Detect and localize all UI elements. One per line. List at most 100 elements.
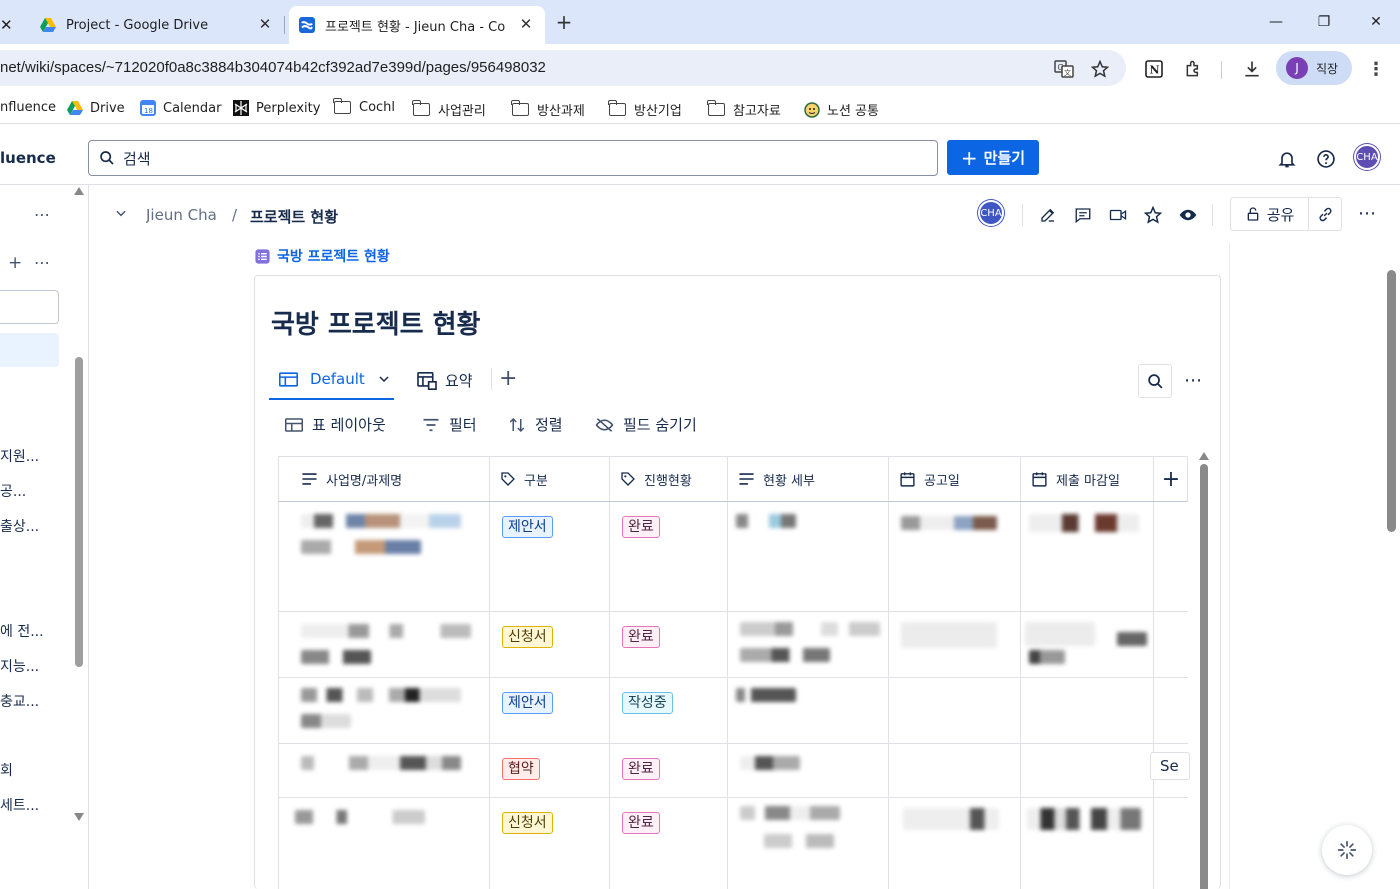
table-row[interactable]: 신청서 완료 [278,612,1188,678]
url-text[interactable]: net/wiki/spaces/~712020f0a8c3884b304074b… [0,59,546,76]
bookmark-folder-references[interactable]: 참고자료 [707,100,781,119]
bookmark-drive[interactable]: Drive [67,100,125,116]
help-icon[interactable] [1314,147,1338,171]
restore-button[interactable]: ❐ [1304,8,1344,36]
tab-google-drive[interactable]: Project - Google Drive ✕ [26,6,284,44]
cell-announce-date[interactable] [889,798,1021,889]
sidebar-item[interactable]: 에 전... [0,621,44,641]
notification-bell-icon[interactable] [1275,147,1299,171]
star-icon[interactable] [1142,204,1164,226]
sidebar-scroll-up-icon[interactable] [74,187,84,195]
table-scroll-up-icon[interactable] [1199,452,1209,460]
cell-details[interactable] [728,678,889,743]
cell-name[interactable] [279,612,490,677]
cell-type[interactable]: 제안서 [490,678,610,743]
bookmark-folder-business[interactable]: 사업관리 [412,100,486,119]
profile-button[interactable]: J 직장 [1276,51,1352,85]
cell-name[interactable] [279,798,490,889]
cell-type[interactable]: 협약 [490,744,610,797]
add-column-icon[interactable]: + [1154,457,1188,501]
column-header-deadline[interactable]: 제출 마감일 [1021,457,1154,501]
close-window-button[interactable]: ✕ [1356,8,1396,36]
cell-status[interactable]: 완료 [610,502,728,611]
sidebar-item-selected[interactable] [0,333,59,367]
table-row[interactable]: 제안서 완료 [278,502,1188,612]
notion-extension-icon[interactable]: N [1142,57,1166,81]
database-link[interactable]: 국방 프로젝트 현황 [254,246,390,266]
add-view-icon[interactable]: + [499,366,517,391]
cell-status[interactable]: 완료 [610,612,728,677]
cell-type[interactable]: 신청서 [490,612,610,677]
column-header-announce-date[interactable]: 공고일 [889,457,1021,501]
cell-details[interactable] [728,502,889,611]
share-button[interactable]: 공유 [1231,198,1308,230]
cell-announce-date[interactable] [889,744,1021,797]
bookmark-perplexity[interactable]: Perplexity [233,100,320,116]
tab-summary-view[interactable]: 요약 [417,370,473,391]
tab-close-button[interactable]: ✕ [517,15,535,33]
cell-name[interactable] [279,744,490,797]
bookmark-folder-defense-companies[interactable]: 방산기업 [608,100,682,119]
sidebar-actions-icon[interactable]: ⋯ [34,253,50,272]
cell-name[interactable] [279,678,490,743]
bookmark-calendar[interactable]: 18 Calendar [140,100,221,116]
table-row[interactable]: 신청서 완료 [278,798,1188,889]
watch-eye-icon[interactable] [1177,204,1199,226]
translate-icon[interactable]: G文 [1052,57,1076,81]
more-actions-icon[interactable]: ⋯ [1358,203,1376,224]
app-name[interactable]: luence [0,149,56,167]
cell-status[interactable]: 작성중 [610,678,728,743]
page-scrollbar[interactable] [1387,270,1396,532]
cell-name[interactable] [279,502,490,611]
collapse-chevron-icon[interactable] [114,206,128,224]
sidebar-add-icon[interactable]: + [8,253,22,273]
sort-button[interactable]: 정렬 [508,414,563,435]
cell-announce-date[interactable] [889,678,1021,743]
cell-status[interactable]: 완료 [610,744,728,797]
sidebar-item[interactable]: 지능... [0,656,39,676]
sidebar-scroll-down-icon[interactable] [74,813,84,821]
copy-link-icon[interactable] [1309,198,1342,230]
column-header-details[interactable]: 현황 세부 [728,457,889,501]
page-collaborator-avatar[interactable]: CHA [978,200,1004,226]
filter-button[interactable]: 필터 [422,414,477,435]
hide-fields-button[interactable]: 필드 숨기기 [595,414,697,435]
column-header-status[interactable]: 진행현황 [610,457,728,501]
browser-menu-icon[interactable]: ⋮ [1364,57,1388,81]
cell-deadline[interactable] [1021,678,1154,743]
sidebar-filter-input[interactable] [0,290,59,324]
cell-type[interactable]: 제안서 [490,502,610,611]
cell-status[interactable]: 완료 [610,798,728,889]
download-icon[interactable] [1240,57,1264,81]
database-search-button[interactable] [1138,364,1172,398]
sidebar-more-icon[interactable]: ⋯ [34,205,50,224]
ai-assistant-button[interactable] [1322,825,1372,875]
bookmark-notion-common[interactable]: 노션 공통 [804,100,879,119]
comment-icon[interactable] [1072,204,1094,226]
cell-deadline[interactable] [1021,612,1154,677]
cell-type[interactable]: 신청서 [490,798,610,889]
breadcrumb-current[interactable]: 프로젝트 현황 [250,206,338,227]
edit-pencil-icon[interactable] [1037,204,1059,226]
sidebar-item[interactable]: 세트... [0,795,39,815]
cell-deadline[interactable] [1021,744,1154,797]
cell-details[interactable] [728,798,889,889]
cell-details[interactable] [728,612,889,677]
bookmark-folder-cochl[interactable]: Cochl [333,98,395,115]
column-header-type[interactable]: 구분 [490,457,610,501]
table-layout-button[interactable]: 표 레이아웃 [285,414,386,435]
address-bar[interactable]: net/wiki/spaces/~712020f0a8c3884b304074b… [0,50,1126,86]
sidebar-scrollbar[interactable] [75,357,83,667]
sidebar-item[interactable]: 지원... [0,446,39,466]
cell-details[interactable] [728,744,889,797]
extensions-puzzle-icon[interactable] [1182,57,1206,81]
search-input[interactable]: 검색 [88,140,938,176]
sidebar-item[interactable]: 출상... [0,516,39,536]
bookmark-folder-defense-projects[interactable]: 방산과제 [511,100,585,119]
breadcrumb-parent[interactable]: Jieun Cha [146,206,218,224]
table-scrollbar[interactable] [1200,464,1208,889]
new-tab-button[interactable]: + [552,10,576,34]
cell-deadline[interactable] [1021,502,1154,611]
sidebar-item[interactable]: 공... [0,481,26,501]
table-row[interactable]: 제안서 작성중 [278,678,1188,744]
